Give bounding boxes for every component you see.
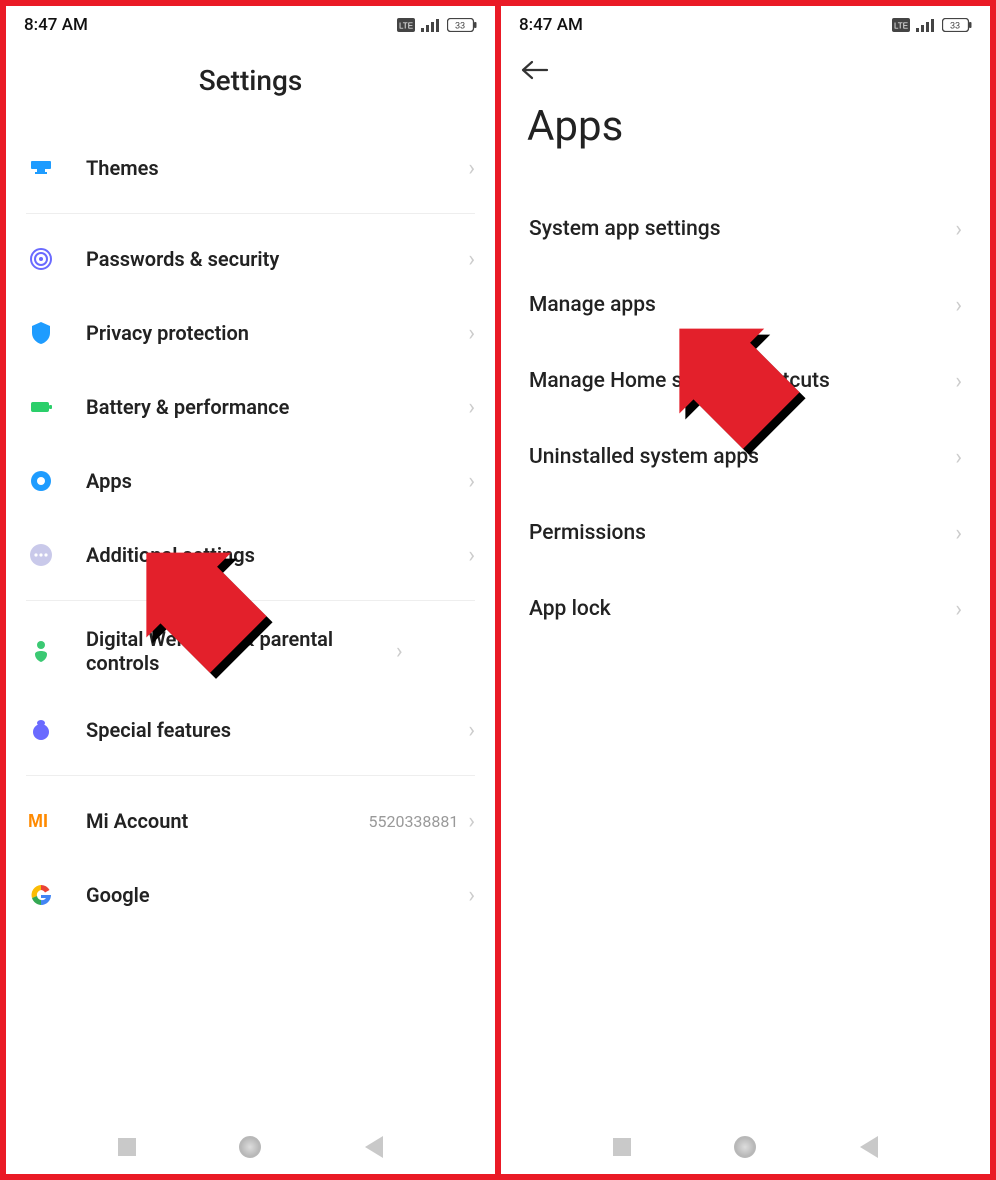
google-icon <box>26 880 56 910</box>
row-manage-home-shortcuts[interactable]: Manage Home screen shortcuts › <box>501 343 990 419</box>
mi-account-number: 5520338881 <box>368 812 458 831</box>
themes-icon <box>26 153 56 183</box>
row-miaccount[interactable]: MI Mi Account 5520338881 › <box>6 784 495 858</box>
row-label: Additional settings <box>86 543 468 567</box>
chevron-right-icon: › <box>396 639 403 664</box>
apps-icon <box>26 466 56 496</box>
apps-list: System app settings › Manage apps › Mana… <box>501 191 990 1120</box>
row-special[interactable]: Special features › <box>6 693 495 767</box>
chevron-right-icon: › <box>955 597 962 622</box>
row-uninstalled-system-apps[interactable]: Uninstalled system apps › <box>501 419 990 495</box>
chevron-right-icon: › <box>468 156 475 181</box>
row-label: Passwords & security <box>86 247 468 271</box>
signal-icon <box>421 18 441 32</box>
chevron-right-icon: › <box>955 369 962 394</box>
status-icons: LTE 33 <box>892 18 972 32</box>
nav-home-button[interactable] <box>239 1136 261 1158</box>
nav-home-button[interactable] <box>734 1136 756 1158</box>
back-arrow-icon <box>521 60 549 80</box>
row-manage-apps[interactable]: Manage apps › <box>501 267 990 343</box>
row-label: Apps <box>86 469 468 493</box>
battery-icon: 33 <box>942 18 972 32</box>
row-label: Digital Wellbeing & parental controls <box>86 627 396 675</box>
fingerprint-icon <box>26 244 56 274</box>
wellbeing-icon <box>26 636 56 666</box>
row-additional[interactable]: Additional settings › <box>6 518 495 592</box>
nav-bar <box>6 1120 495 1174</box>
row-privacy[interactable]: Privacy protection › <box>6 296 495 370</box>
row-label: Themes <box>86 156 468 180</box>
more-icon <box>26 540 56 570</box>
chevron-right-icon: › <box>468 718 475 743</box>
nav-recent-button[interactable] <box>118 1138 136 1156</box>
battery-perf-icon <box>26 392 56 422</box>
row-apps[interactable]: Apps › <box>6 444 495 518</box>
row-passwords[interactable]: Passwords & security › <box>6 222 495 296</box>
row-label: Uninstalled system apps <box>529 445 955 469</box>
row-label: Privacy protection <box>86 321 468 345</box>
chevron-right-icon: › <box>955 521 962 546</box>
page-title: Settings <box>6 64 495 97</box>
chevron-right-icon: › <box>468 543 475 568</box>
divider <box>26 213 475 214</box>
chevron-right-icon: › <box>468 469 475 494</box>
nav-back-button[interactable] <box>860 1136 878 1158</box>
divider <box>26 600 475 601</box>
row-battery[interactable]: Battery & performance › <box>6 370 495 444</box>
battery-icon: 33 <box>447 18 477 32</box>
divider <box>26 775 475 776</box>
row-label: Special features <box>86 718 468 742</box>
page-title: Apps <box>501 84 990 191</box>
chevron-right-icon: › <box>468 395 475 420</box>
chevron-right-icon: › <box>468 883 475 908</box>
svg-text:LTE: LTE <box>399 22 413 31</box>
chevron-right-icon: › <box>955 217 962 242</box>
row-label: Google <box>86 883 468 907</box>
chevron-right-icon: › <box>955 445 962 470</box>
chevron-right-icon: › <box>955 293 962 318</box>
back-button[interactable] <box>501 44 990 84</box>
mi-icon: MI <box>26 806 56 836</box>
row-label: Manage Home screen shortcuts <box>529 369 955 393</box>
row-label: Battery & performance <box>86 395 468 419</box>
lte-icon: LTE <box>397 18 415 32</box>
chevron-right-icon: › <box>468 247 475 272</box>
special-icon <box>26 715 56 745</box>
status-bar: 8:47 AM LTE 33 <box>501 6 990 44</box>
row-label: Manage apps <box>529 293 955 317</box>
status-time: 8:47 AM <box>519 15 583 35</box>
left-screen: 8:47 AM LTE 33 Settings Themes › Passwor… <box>6 6 495 1174</box>
row-label: Mi Account <box>86 809 368 833</box>
shield-icon <box>26 318 56 348</box>
row-label: System app settings <box>529 217 955 241</box>
svg-text:MI: MI <box>28 811 48 831</box>
row-permissions[interactable]: Permissions › <box>501 495 990 571</box>
signal-icon <box>916 18 936 32</box>
svg-text:33: 33 <box>455 21 465 31</box>
status-bar: 8:47 AM LTE 33 <box>6 6 495 44</box>
lte-icon: LTE <box>892 18 910 32</box>
row-app-lock[interactable]: App lock › <box>501 571 990 647</box>
nav-bar <box>501 1120 990 1174</box>
nav-back-button[interactable] <box>365 1136 383 1158</box>
row-google[interactable]: Google › <box>6 858 495 932</box>
svg-text:LTE: LTE <box>894 22 908 31</box>
row-system-app-settings[interactable]: System app settings › <box>501 191 990 267</box>
settings-list: Themes › Passwords & security › Privacy … <box>6 131 495 1120</box>
chevron-right-icon: › <box>468 321 475 346</box>
svg-text:33: 33 <box>950 21 960 31</box>
row-themes[interactable]: Themes › <box>6 131 495 205</box>
status-time: 8:47 AM <box>24 15 88 35</box>
status-icons: LTE 33 <box>397 18 477 32</box>
row-label: App lock <box>529 597 955 621</box>
row-wellbeing[interactable]: Digital Wellbeing & parental controls › <box>6 609 495 693</box>
row-label: Permissions <box>529 521 955 545</box>
right-screen: 8:47 AM LTE 33 Apps System app settings … <box>501 6 990 1174</box>
chevron-right-icon: › <box>468 809 475 834</box>
nav-recent-button[interactable] <box>613 1138 631 1156</box>
